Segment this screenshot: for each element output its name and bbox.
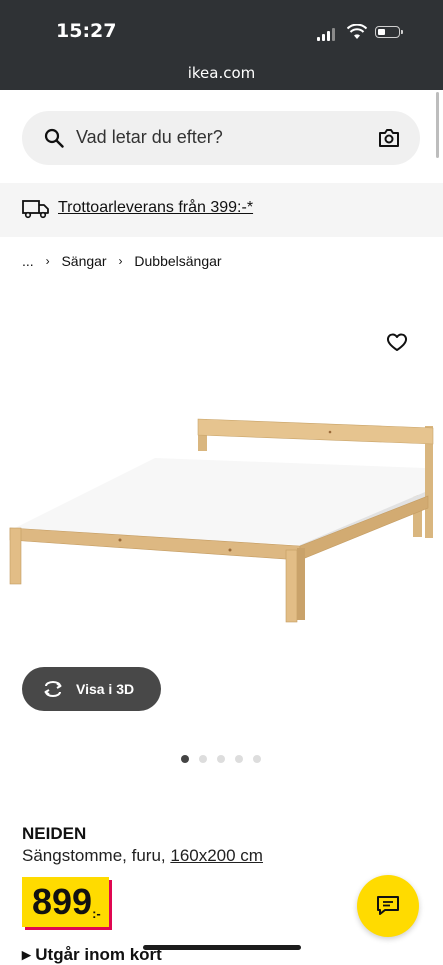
view-in-3d-button[interactable]: Visa i 3D — [22, 667, 161, 711]
view-in-3d-label: Visa i 3D — [76, 681, 135, 697]
breadcrumb-item-sangar[interactable]: Sängar — [61, 253, 106, 269]
product-description: Sängstomme, furu, 160x200 cm — [22, 846, 263, 866]
chevron-right-icon: › — [118, 254, 123, 269]
browser-status-bar: 15:27 ikea.com — [0, 0, 443, 90]
clock-time: 15:27 — [56, 20, 117, 42]
image-carousel-dots — [0, 755, 443, 763]
product-name: NEIDEN — [22, 824, 87, 843]
price-amount: 899 — [32, 881, 93, 922]
breadcrumb: ... › Sängar › Dubbelsängar — [22, 252, 222, 269]
truck-icon — [22, 200, 49, 219]
signal-icon — [317, 27, 339, 41]
price-tag: 899:- — [22, 877, 109, 927]
delivery-promo-link[interactable]: Trottoarleverans från 399:-* — [58, 199, 253, 217]
breadcrumb-ellipsis[interactable]: ... — [22, 253, 34, 269]
wifi-icon — [347, 24, 367, 39]
delivery-promo-banner[interactable]: Trottoarleverans från 399:-* — [0, 183, 443, 237]
search-icon — [44, 128, 64, 148]
address-bar-url[interactable]: ikea.com — [0, 64, 443, 82]
product-type: Sängstomme, furu, — [22, 846, 166, 865]
price-currency: :- — [92, 906, 101, 921]
rotate-3d-icon — [44, 681, 62, 697]
home-indicator[interactable] — [143, 945, 301, 950]
search-bar[interactable]: Vad letar du efter? — [22, 111, 420, 165]
size-link[interactable]: 160x200 cm — [170, 846, 263, 865]
chevron-right-icon: ▸ — [22, 945, 36, 964]
breadcrumb-item-dubbelsangar[interactable]: Dubbelsängar — [134, 253, 221, 269]
scrollbar[interactable] — [436, 92, 439, 158]
carousel-dot[interactable] — [199, 755, 207, 763]
battery-icon — [375, 26, 403, 38]
carousel-dot[interactable] — [181, 755, 189, 763]
camera-icon[interactable] — [378, 128, 400, 148]
chat-button[interactable] — [357, 875, 419, 937]
availability-status: ▸ Utgår inom kort — [22, 945, 162, 965]
product-image[interactable] — [0, 380, 443, 640]
search-input[interactable]: Vad letar du efter? — [76, 127, 223, 148]
chat-icon — [377, 896, 399, 915]
carousel-dot[interactable] — [253, 755, 261, 763]
chevron-right-icon: › — [45, 254, 50, 269]
carousel-dot[interactable] — [217, 755, 225, 763]
heart-icon[interactable] — [386, 332, 408, 352]
carousel-dot[interactable] — [235, 755, 243, 763]
